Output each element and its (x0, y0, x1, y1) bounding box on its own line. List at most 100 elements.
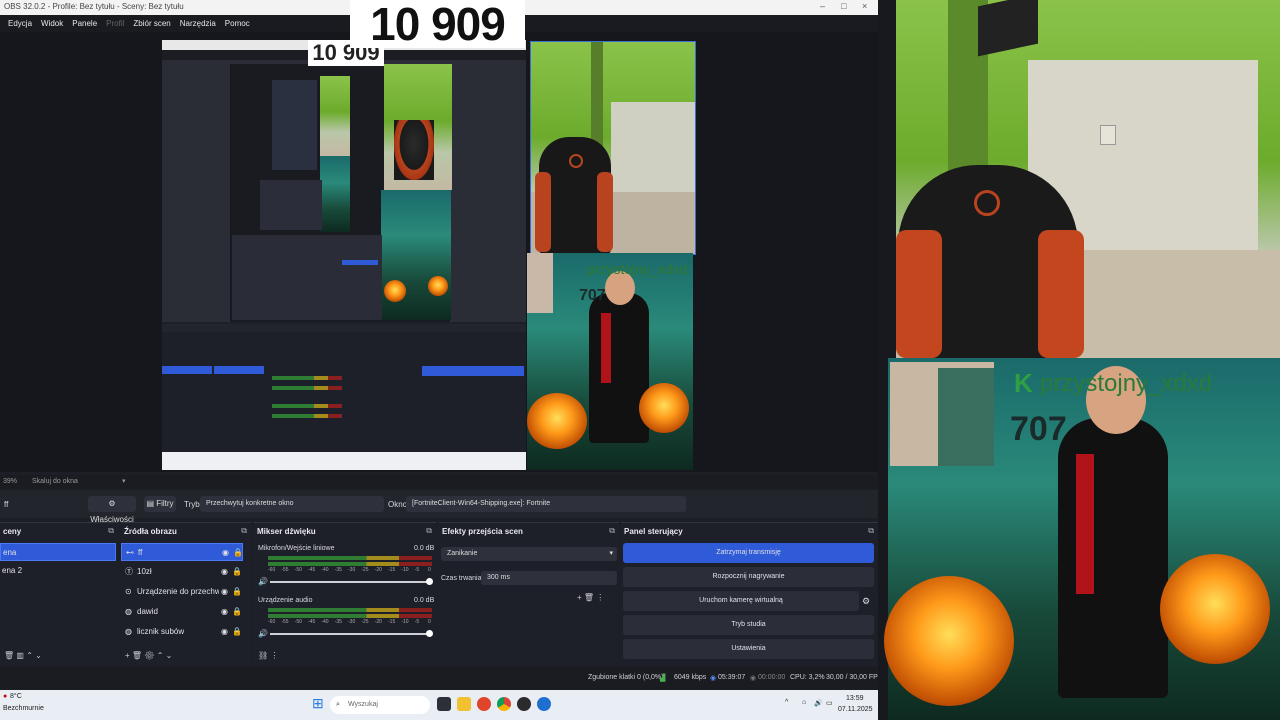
source-item[interactable]: ◍ licznik subów ◉ 🔒 (121, 623, 243, 641)
filters-label: Filtry (156, 499, 174, 508)
move-up-icon[interactable]: ⌃ (157, 651, 164, 660)
eye-icon[interactable]: ◉ (221, 583, 228, 601)
weather-temp[interactable]: 8°C (10, 693, 22, 700)
lock-icon[interactable]: 🔒 (232, 583, 242, 601)
filters-icon[interactable]: ▥ (16, 651, 24, 660)
close-button[interactable]: × (862, 1, 867, 11)
eye-icon[interactable]: ◉ (221, 623, 228, 641)
menu-view[interactable]: Widok (41, 19, 63, 28)
virtual-camera-settings-icon[interactable]: ⚙ (862, 596, 870, 607)
window-select[interactable]: [FortniteClient-Win64-Shipping.exe]: For… (406, 496, 686, 512)
mode-label: Tryb (184, 500, 200, 509)
maximize-button[interactable]: □ (841, 1, 846, 11)
dock-settings-icon[interactable]: ⧉ (426, 526, 432, 536)
transition-select[interactable]: Zanikanie ▾ (441, 547, 617, 561)
remove-icon[interactable]: 🗑 (584, 593, 594, 602)
volume-slider[interactable] (270, 633, 430, 635)
move-down-icon[interactable]: ⌄ (166, 651, 173, 660)
file-explorer-icon[interactable] (457, 697, 471, 711)
tray-chevron-icon[interactable]: ^ (785, 699, 788, 706)
more-icon[interactable]: ⋮ (596, 593, 604, 602)
sticker-name: przystojny_xdxd (1040, 370, 1213, 397)
start-virtual-camera-button[interactable]: Uruchom kamerę wirtualną (623, 591, 859, 611)
speaker-icon[interactable]: 🔊 (258, 629, 268, 638)
gear-icon[interactable]: ⚙ (144, 651, 154, 660)
studio-mode-button[interactable]: Tryb studia (623, 615, 874, 635)
fps: 30,00 / 30,00 FPS (826, 674, 883, 681)
capture-mode-select[interactable]: Przechwytuj konkretne okno (200, 496, 384, 512)
eye-icon[interactable]: ◉ (222, 544, 229, 562)
volume-slider-knob[interactable] (426, 630, 433, 637)
status-bar: Zgubione klatki 0 (0,0%) ▟ 6049 kbps ◉ 0… (0, 667, 882, 689)
add-icon[interactable]: + (577, 593, 582, 602)
zoom-mode-select[interactable]: Skaluj do okna (32, 478, 78, 485)
lock-icon[interactable]: 🔒 (232, 603, 242, 621)
more-icon[interactable]: ⋮ (270, 651, 278, 660)
meter-tick-label: -10 (401, 619, 409, 625)
source-item[interactable]: ◍ dawid ◉ 🔒 (121, 603, 243, 621)
lock-icon[interactable]: 🔒 (233, 544, 243, 562)
task-view-icon[interactable] (437, 697, 451, 711)
network-icon[interactable]: ⌂ (802, 699, 806, 706)
remove-icon[interactable]: 🗑 (4, 651, 14, 660)
clock-time[interactable]: 13:59 (846, 695, 864, 702)
taskbar-search-input[interactable]: ⌕ Wyszukaj (330, 696, 430, 714)
dock-settings-icon[interactable]: ⧉ (108, 526, 114, 536)
clock-date[interactable]: 07.11.2025 (838, 706, 873, 713)
menu-tools[interactable]: Narzędzia (180, 19, 216, 28)
camera-source-preview[interactable] (530, 41, 696, 255)
record-time: 00:00:00 (758, 674, 786, 681)
overlay-source-preview[interactable]: przystojny_xdxd 707 (527, 253, 693, 470)
menu-edit[interactable]: Edycja (8, 19, 32, 28)
scene-item[interactable]: ena (0, 543, 116, 561)
lock-icon[interactable]: 🔒 (232, 623, 242, 641)
volume-meter (268, 556, 432, 560)
meter-tick-label: -5 (414, 567, 420, 573)
add-icon[interactable]: + (125, 651, 130, 660)
move-down-icon[interactable]: ⌄ (35, 651, 42, 660)
start-recording-button[interactable]: Rozpocznij nagrywanie (623, 567, 874, 587)
link-icon[interactable]: ⛓ (258, 651, 268, 660)
menu-help[interactable]: Pomoc (225, 19, 250, 28)
remove-icon[interactable]: 🗑 (132, 651, 142, 660)
source-item[interactable]: ⊷ ff ◉ 🔒 (121, 543, 243, 561)
filters-button[interactable]: ▤ Filtry (144, 496, 176, 512)
duration-input[interactable]: 300 ms (481, 571, 617, 585)
window-title: OBS 32.0.2 - Profile: Bez tytułu - Sceny… (4, 2, 184, 11)
volume-slider[interactable] (270, 581, 430, 583)
battery-icon[interactable]: ▭ (826, 699, 833, 707)
meter-tick-label: -20 (374, 567, 382, 573)
menu-docks[interactable]: Panele (72, 19, 97, 28)
properties-button[interactable]: ⚙ Właściwości (88, 496, 136, 524)
dock-settings-icon[interactable]: ⧉ (868, 526, 874, 536)
chrome-icon[interactable] (497, 697, 511, 711)
stop-streaming-button[interactable]: Zatrzymaj transmisję (623, 543, 874, 563)
windows-start-icon[interactable]: ⊞ (312, 695, 324, 712)
meter-tick-label: -20 (374, 619, 382, 625)
chevron-down-icon[interactable]: ▾ (122, 477, 126, 485)
scene-item[interactable]: ena 2 (0, 562, 118, 580)
source-item[interactable]: ⊙ Urządzenie do przechwytywani ◉ 🔒 (121, 583, 243, 601)
cpu-usage: CPU: 3,2% (790, 674, 825, 681)
eye-icon[interactable]: ◉ (221, 563, 228, 581)
menu-scene-collection[interactable]: Zbiór scen (133, 19, 170, 28)
move-up-icon[interactable]: ⌃ (26, 651, 33, 660)
lock-icon[interactable]: 🔒 (232, 563, 242, 581)
speaker-tray-icon[interactable]: 🔊 (814, 699, 823, 707)
obs-icon[interactable] (517, 697, 531, 711)
dock-settings-icon[interactable]: ⧉ (241, 526, 247, 536)
browser-icon[interactable] (477, 697, 491, 711)
capture-mode-value: Przechwytuj konkretne okno (206, 500, 294, 507)
meter-tick-label: -35 (334, 567, 342, 573)
minimize-button[interactable]: – (820, 1, 825, 11)
speaker-icon[interactable]: 🔊 (258, 577, 268, 586)
filter-icon: ▤ (146, 499, 157, 508)
volume-slider-knob[interactable] (426, 578, 433, 585)
source-item[interactable]: Ⓣ 10zł ◉ 🔒 (121, 563, 243, 581)
menu-profile[interactable]: Profil (106, 19, 124, 28)
dock-settings-icon[interactable]: ⧉ (609, 526, 615, 536)
app-icon[interactable] (537, 697, 551, 711)
settings-button[interactable]: Ustawienia (623, 639, 874, 659)
eye-icon[interactable]: ◉ (221, 603, 228, 621)
stream-icon: ◉ (710, 675, 717, 682)
